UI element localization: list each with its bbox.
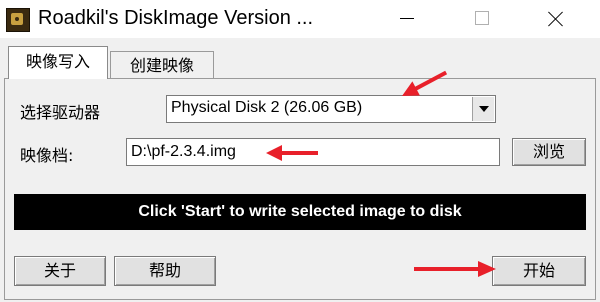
maximize-icon[interactable]: [456, 0, 508, 38]
app-icon: [6, 8, 30, 32]
start-button[interactable]: 开始: [492, 256, 586, 286]
tab-create-image[interactable]: 创建映像: [110, 51, 214, 80]
drive-select-value: Physical Disk 2 (26.06 GB): [171, 99, 363, 116]
image-label: 映像档:: [20, 146, 74, 165]
drive-select[interactable]: Physical Disk 2 (26.06 GB): [166, 95, 496, 123]
window-title: Roadkil's DiskImage Version ...: [38, 7, 314, 29]
status-message: Click 'Start' to write selected image to…: [14, 194, 586, 230]
help-button[interactable]: 帮助: [114, 256, 216, 286]
browse-button[interactable]: 浏览: [512, 138, 586, 166]
tab-write-image[interactable]: 映像写入: [8, 46, 108, 79]
client-area: 映像写入 创建映像 选择驱动器 Physical Disk 2 (26.06 G…: [0, 38, 600, 302]
dropdown-arrow-icon[interactable]: [472, 97, 494, 121]
title-bar: Roadkil's DiskImage Version ...: [0, 0, 600, 38]
about-button[interactable]: 关于: [14, 256, 106, 286]
close-icon[interactable]: [530, 0, 582, 38]
minimize-icon[interactable]: [380, 0, 432, 38]
drive-label: 选择驱动器: [20, 103, 101, 122]
